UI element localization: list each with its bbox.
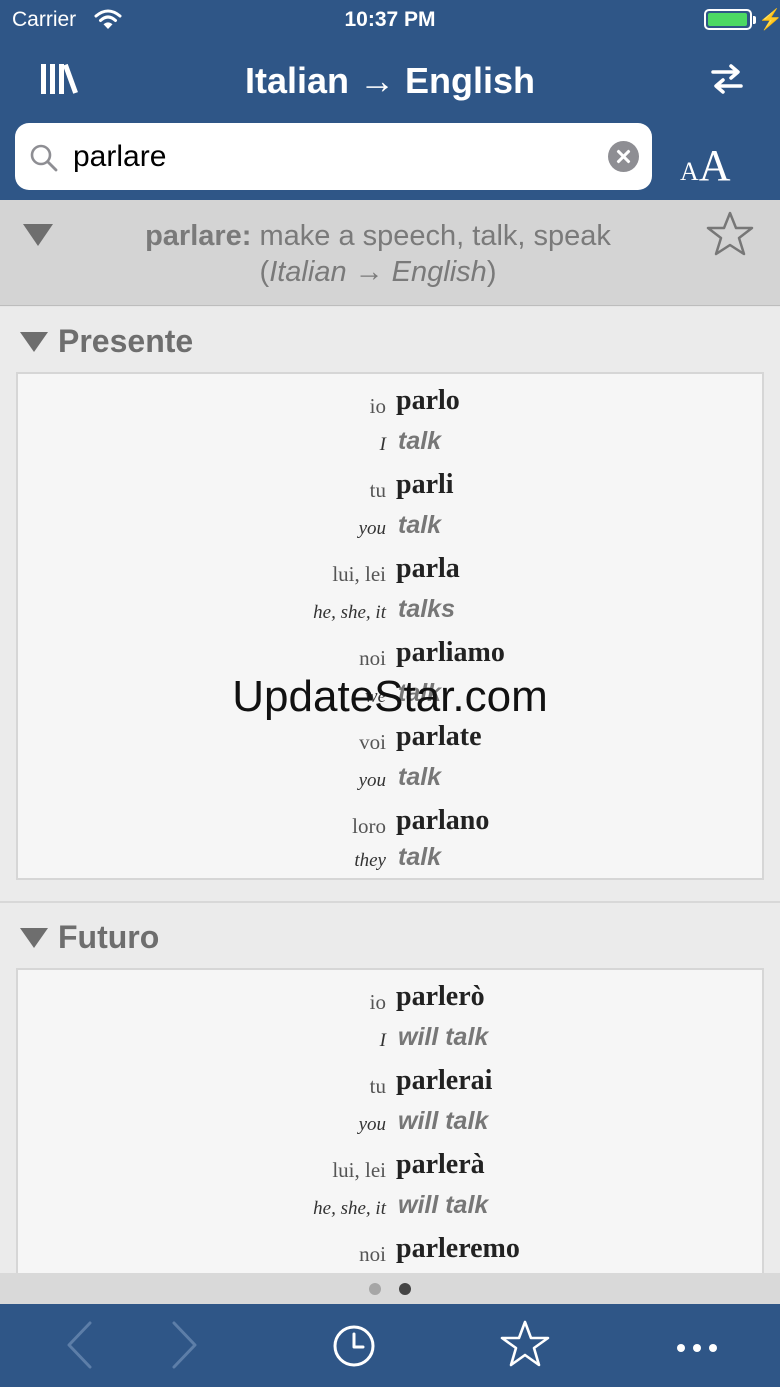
translation-text: talks xyxy=(398,595,455,623)
pronoun-en-label: he, she, it xyxy=(313,602,386,623)
translation-text: will talk xyxy=(398,1191,489,1219)
translation-text: talk xyxy=(398,763,442,791)
entry-headword: parlare: xyxy=(145,220,252,252)
pronoun-label: tu xyxy=(369,478,386,502)
translation-text: will talk xyxy=(398,1023,489,1051)
conjugation-row: tu parlerai xyxy=(18,1064,762,1104)
entry-direction-close: ) xyxy=(486,256,497,288)
search-input[interactable] xyxy=(73,135,603,179)
page-dot-active[interactable] xyxy=(399,1283,411,1295)
collapse-triangle-icon[interactable] xyxy=(20,927,48,948)
pronoun-en-label: I xyxy=(379,1030,386,1051)
favorite-star-icon[interactable] xyxy=(705,210,755,263)
bottom-toolbar xyxy=(0,1304,780,1387)
clock: 10:37 PM xyxy=(344,8,436,31)
page-dot[interactable] xyxy=(369,1283,381,1295)
conjugation-row: noi parleremo xyxy=(18,1232,762,1272)
pronoun-label: lui, lei xyxy=(332,1158,386,1182)
conjugation-row: loro parlano xyxy=(18,804,762,844)
section-header[interactable]: Presente xyxy=(20,323,193,360)
pronoun-label: noi xyxy=(359,646,386,670)
collapse-triangle-icon[interactable] xyxy=(20,331,48,352)
pronoun-en-label: you xyxy=(358,770,386,791)
pronoun-label: io xyxy=(369,394,386,418)
translation-row: they talk xyxy=(18,840,762,878)
pronoun-en-label: you xyxy=(358,1114,386,1135)
conjugation-row: io parlerò xyxy=(18,980,762,1020)
charging-icon: ⚡ xyxy=(758,9,780,31)
entry-direction-label: Italian → English xyxy=(269,256,487,288)
entry-meaning: make a speech, talk, speak xyxy=(251,220,611,252)
pronoun-en-label: he, she, it xyxy=(313,1198,386,1219)
verb-form: parli xyxy=(396,469,454,500)
back-icon[interactable] xyxy=(64,1320,96,1375)
page-title: Italian → English xyxy=(244,60,536,101)
verb-form: parlerò xyxy=(396,981,485,1012)
pronoun-en-label: I xyxy=(379,434,386,455)
battery-icon xyxy=(704,9,756,30)
verb-form: parlate xyxy=(396,721,482,752)
swap-direction-icon[interactable] xyxy=(710,62,744,101)
section-futuro: Futuro io parlerò I will talk tu parlera… xyxy=(0,903,780,1298)
entry-header[interactable]: parlare: make a speech, talk, speak (Ita… xyxy=(0,200,780,306)
watermark: UpdateStar.com xyxy=(232,672,548,721)
translation-row: you talk xyxy=(18,508,762,548)
search-bar xyxy=(15,123,652,190)
entry-direction-open: ( xyxy=(259,256,270,288)
pronoun-label: noi xyxy=(359,1242,386,1266)
verb-form: parla xyxy=(396,553,460,584)
translation-row: he, she, it will talk xyxy=(18,1188,762,1228)
pronoun-label: tu xyxy=(369,1074,386,1098)
verb-form: parliamo xyxy=(396,637,505,668)
conjugation-row: io parlo xyxy=(18,384,762,424)
font-size-big-label: A xyxy=(698,141,731,190)
translation-row: you will talk xyxy=(18,1104,762,1144)
conjugation-row: noi parliamo xyxy=(18,636,762,676)
conjugation-row: tu parli xyxy=(18,468,762,508)
translation-text: talk xyxy=(398,511,442,539)
verb-form: parleremo xyxy=(396,1233,520,1264)
translation-row: I talk xyxy=(18,424,762,464)
conjugation-table: io parlo I talk tu parli you talk lui, l… xyxy=(16,372,764,880)
conjugation-row: voi parlate xyxy=(18,720,762,760)
translation-row: you talk xyxy=(18,760,762,800)
status-bar: Carrier 10:37 PM ⚡ xyxy=(0,0,780,40)
more-icon[interactable] xyxy=(676,1340,718,1358)
section-header[interactable]: Futuro xyxy=(20,919,159,956)
conjugation-row: lui, lei parlerà xyxy=(18,1148,762,1188)
section-title: Presente xyxy=(58,323,194,359)
pronoun-label: loro xyxy=(352,814,386,838)
pronoun-label: io xyxy=(369,990,386,1014)
pronoun-en-label: they xyxy=(354,850,386,871)
nav-bar: Italian → English xyxy=(0,44,780,116)
verb-form: parlo xyxy=(396,385,460,416)
translation-text: talk xyxy=(398,427,442,455)
favorites-icon[interactable] xyxy=(500,1319,550,1374)
translation-row: I will talk xyxy=(18,1020,762,1060)
pronoun-en-label: you xyxy=(358,518,386,539)
section-title: Futuro xyxy=(58,919,160,955)
forward-icon[interactable] xyxy=(168,1320,200,1375)
font-size-small-label: A xyxy=(680,157,699,186)
clear-search-icon[interactable] xyxy=(608,141,639,172)
verb-form: parlerà xyxy=(396,1149,485,1180)
pronoun-label: voi xyxy=(359,730,386,754)
conjugation-table: io parlerò I will talk tu parlerai you w… xyxy=(16,968,764,1298)
search-icon xyxy=(29,143,59,178)
history-icon[interactable] xyxy=(332,1324,376,1373)
translation-row: he, she, it talks xyxy=(18,592,762,632)
top-bar: Carrier 10:37 PM ⚡ Italian → English par… xyxy=(0,0,780,200)
conjugation-row: lui, lei parla xyxy=(18,552,762,592)
entry-direction: (Italian → English) xyxy=(0,256,756,289)
translation-text: talk xyxy=(398,843,442,871)
section-presente: Presente io parlo I talk tu parli you ta… xyxy=(0,307,780,901)
verb-form: parlerai xyxy=(396,1065,493,1096)
entry-summary: parlare: make a speech, talk, speak xyxy=(0,220,756,253)
verb-form: parlano xyxy=(396,805,490,836)
pronoun-label: lui, lei xyxy=(332,562,386,586)
font-size-button[interactable]: AA xyxy=(680,140,731,191)
page-indicator xyxy=(0,1273,780,1304)
translation-text: will talk xyxy=(398,1107,489,1135)
